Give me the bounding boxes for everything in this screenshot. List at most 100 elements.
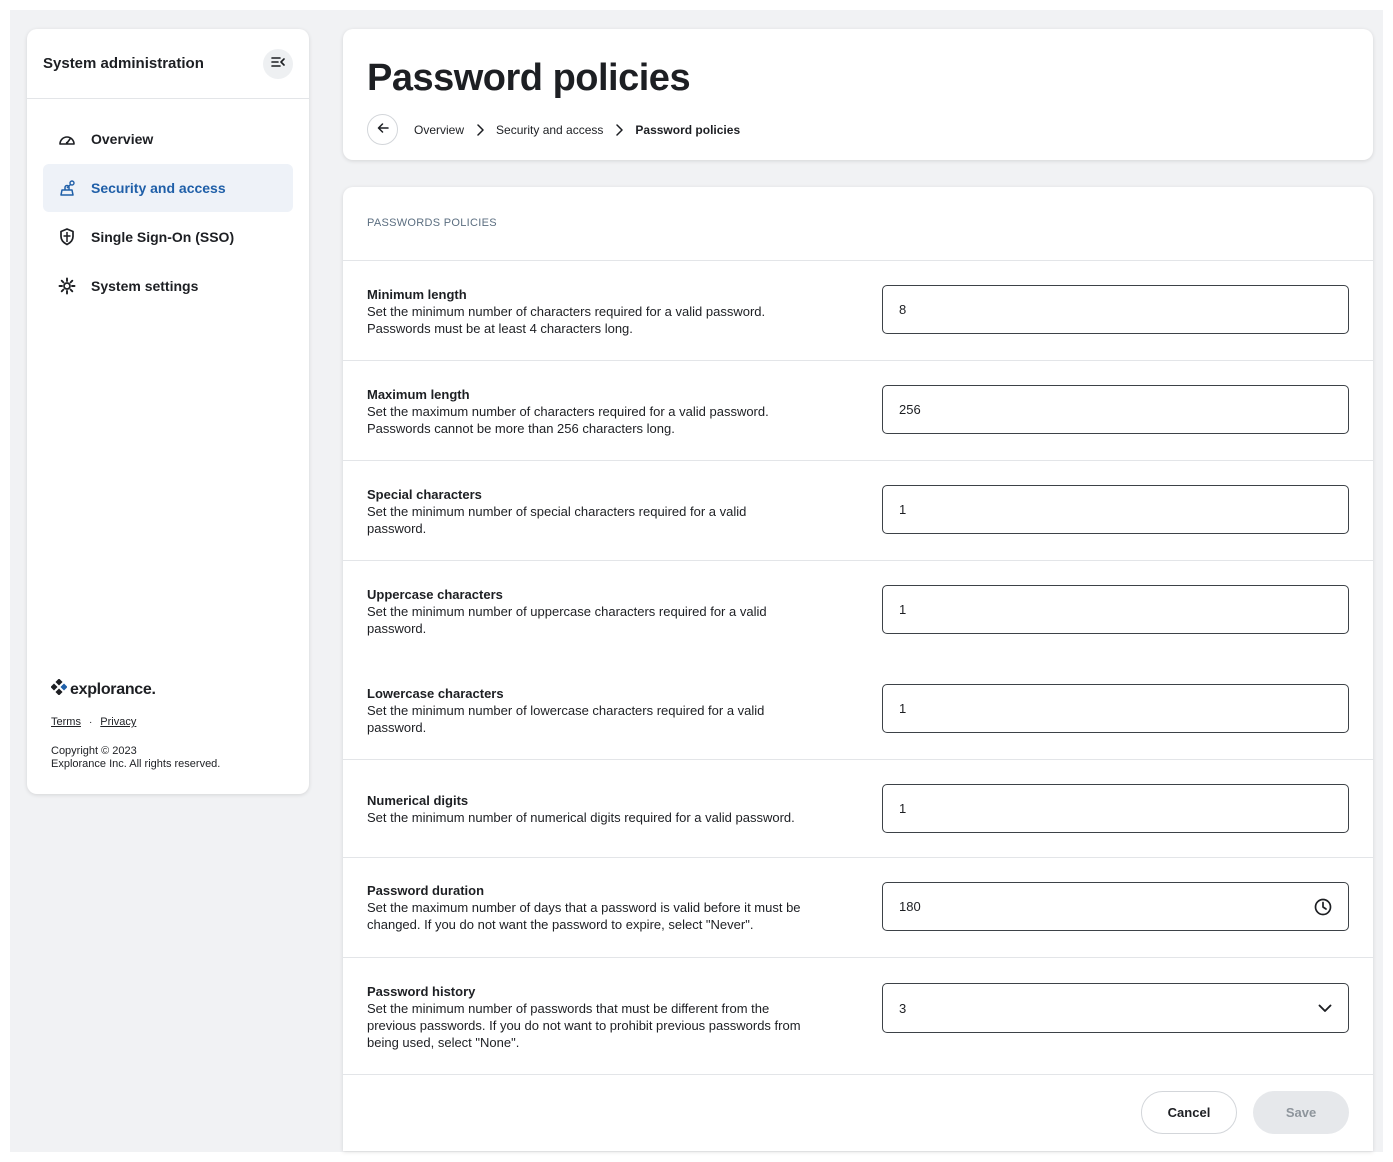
sidebar-item-label: Overview bbox=[91, 131, 154, 147]
setting-description: Set the minimum number of special charac… bbox=[367, 503, 837, 537]
lowercase-characters-input[interactable]: 1 bbox=[882, 684, 1349, 733]
breadcrumb-overview[interactable]: Overview bbox=[414, 123, 464, 137]
setting-label: Uppercase characters Set the minimum num… bbox=[367, 586, 837, 637]
link-separator: · bbox=[88, 716, 93, 728]
setting-description: Set the minimum number of passwords that… bbox=[367, 1000, 837, 1051]
description-line: Passwords cannot be more than 256 charac… bbox=[367, 421, 675, 436]
chevron-down-icon bbox=[1318, 1004, 1332, 1013]
description-line: being used, select "None". bbox=[367, 1035, 520, 1050]
minimum-length-input[interactable]: 8 bbox=[882, 285, 1349, 334]
breadcrumb-current: Password policies bbox=[635, 122, 741, 137]
logo-text: explorance. bbox=[70, 680, 156, 698]
setting-description: Set the minimum number of characters req… bbox=[367, 303, 837, 337]
password-policies-card: PASSWORDS POLICIES Minimum length Set th… bbox=[343, 187, 1373, 1151]
gear-icon bbox=[57, 276, 77, 296]
setting-name: Lowercase characters bbox=[367, 686, 504, 701]
description-line: password. bbox=[367, 521, 427, 536]
password-duration-input[interactable]: 180 bbox=[882, 882, 1349, 931]
description-line: Set the minimum number of special charac… bbox=[367, 504, 747, 519]
terms-link[interactable]: Terms bbox=[51, 716, 81, 728]
numerical-digits-input[interactable]: 1 bbox=[882, 784, 1349, 833]
setting-row-maximum-length: Maximum length Set the maximum number of… bbox=[343, 361, 1373, 461]
breadcrumb: Overview Security and access Password po… bbox=[367, 114, 740, 145]
uppercase-characters-input[interactable]: 1 bbox=[882, 585, 1349, 634]
collapse-menu-icon bbox=[271, 55, 285, 73]
setting-row-lowercase-characters: Lowercase characters Set the minimum num… bbox=[343, 661, 1373, 760]
setting-row-uppercase-characters: Uppercase characters Set the minimum num… bbox=[343, 561, 1373, 661]
page-title: Password policies bbox=[367, 57, 691, 99]
privacy-link[interactable]: Privacy bbox=[100, 716, 136, 728]
sidebar-item-overview[interactable]: Overview bbox=[43, 115, 293, 163]
description-line: Set the minimum number of uppercase char… bbox=[367, 604, 767, 619]
setting-row-special-characters: Special characters Set the minimum numbe… bbox=[343, 461, 1373, 561]
security-access-icon bbox=[57, 178, 77, 198]
setting-name: Password duration bbox=[367, 883, 485, 898]
setting-label: Minimum length Set the minimum number of… bbox=[367, 286, 837, 337]
shield-icon bbox=[57, 227, 77, 247]
arrow-left-icon bbox=[377, 122, 389, 137]
setting-name: Uppercase characters bbox=[367, 587, 503, 602]
sidebar-title: System administration bbox=[43, 55, 204, 72]
input-value: 1 bbox=[899, 602, 907, 617]
input-value: 1 bbox=[899, 701, 907, 716]
setting-name: Special characters bbox=[367, 487, 482, 502]
setting-label: Special characters Set the minimum numbe… bbox=[367, 486, 837, 537]
copyright-line-1: Copyright © 2023 bbox=[51, 745, 137, 757]
setting-name: Numerical digits bbox=[367, 793, 469, 808]
special-characters-input[interactable]: 1 bbox=[882, 485, 1349, 534]
chevron-right-icon bbox=[476, 123, 484, 136]
footer-links: Terms · Privacy bbox=[51, 716, 220, 728]
input-value: 256 bbox=[899, 402, 921, 417]
setting-description: Set the maximum number of characters req… bbox=[367, 403, 837, 437]
description-line: password. bbox=[367, 621, 427, 636]
sidebar: System administration Overview Security … bbox=[27, 29, 309, 794]
setting-row-minimum-length: Minimum length Set the minimum number of… bbox=[343, 261, 1373, 361]
setting-label: Maximum length Set the maximum number of… bbox=[367, 386, 837, 437]
copyright: Copyright © 2023 Explorance Inc. All rig… bbox=[51, 745, 220, 771]
sidebar-item-label: Security and access bbox=[91, 180, 226, 196]
description-line: Set the minimum number of characters req… bbox=[367, 304, 766, 319]
input-value: 8 bbox=[899, 302, 907, 317]
description-line: Set the minimum number of numerical digi… bbox=[367, 810, 795, 825]
dashboard-gauge-icon bbox=[57, 129, 77, 149]
clock-icon[interactable] bbox=[1314, 898, 1332, 916]
description-line: Set the maximum number of characters req… bbox=[367, 404, 769, 419]
cancel-button[interactable]: Cancel bbox=[1141, 1091, 1237, 1134]
description-line: changed. If you do not want the password… bbox=[367, 917, 754, 932]
sidebar-item-system-settings[interactable]: System settings bbox=[43, 262, 293, 310]
setting-label: Lowercase characters Set the minimum num… bbox=[367, 685, 837, 736]
explorance-logo-mark-icon bbox=[50, 678, 68, 700]
input-value: 1 bbox=[899, 801, 907, 816]
sidebar-item-sso[interactable]: Single Sign-On (SSO) bbox=[43, 213, 293, 261]
description-line: Passwords must be at least 4 characters … bbox=[367, 321, 633, 336]
input-value: 1 bbox=[899, 502, 907, 517]
maximum-length-input[interactable]: 256 bbox=[882, 385, 1349, 434]
description-line: previous passwords. If you do not want t… bbox=[367, 1018, 801, 1033]
setting-description: Set the maximum number of days that a pa… bbox=[367, 899, 837, 933]
back-button[interactable] bbox=[367, 114, 398, 145]
sidebar-item-label: Single Sign-On (SSO) bbox=[91, 229, 235, 245]
description-line: Set the minimum number of passwords that… bbox=[367, 1001, 770, 1016]
description-line: Set the maximum number of days that a pa… bbox=[367, 900, 801, 915]
sidebar-item-security-and-access[interactable]: Security and access bbox=[43, 164, 293, 212]
sidebar-footer: explorance. Terms · Privacy Copyright © … bbox=[50, 678, 220, 771]
form-actions: Cancel Save bbox=[1141, 1091, 1349, 1134]
save-button[interactable]: Save bbox=[1253, 1091, 1349, 1134]
setting-name: Password history bbox=[367, 984, 476, 999]
input-value: 180 bbox=[899, 899, 921, 914]
section-title: PASSWORDS POLICIES bbox=[343, 187, 1373, 261]
setting-label: Password duration Set the maximum number… bbox=[367, 882, 837, 933]
copyright-line-2: Explorance Inc. All rights reserved. bbox=[51, 758, 221, 770]
collapse-sidebar-button[interactable] bbox=[263, 48, 293, 79]
breadcrumb-security-and-access[interactable]: Security and access bbox=[496, 123, 603, 137]
setting-description: Set the minimum number of lowercase char… bbox=[367, 702, 837, 736]
setting-label: Numerical digits Set the minimum number … bbox=[367, 792, 837, 826]
setting-description: Set the minimum number of numerical digi… bbox=[367, 809, 837, 826]
setting-row-password-history: Password history Set the minimum number … bbox=[343, 958, 1373, 1075]
sidebar-item-label: System settings bbox=[91, 278, 199, 294]
chevron-right-icon bbox=[615, 123, 624, 136]
sidebar-nav: Overview Security and access Single Sign… bbox=[27, 99, 309, 310]
password-history-select[interactable]: 3 bbox=[882, 983, 1349, 1033]
setting-description: Set the minimum number of uppercase char… bbox=[367, 603, 837, 637]
setting-row-password-duration: Password duration Set the maximum number… bbox=[343, 858, 1373, 958]
